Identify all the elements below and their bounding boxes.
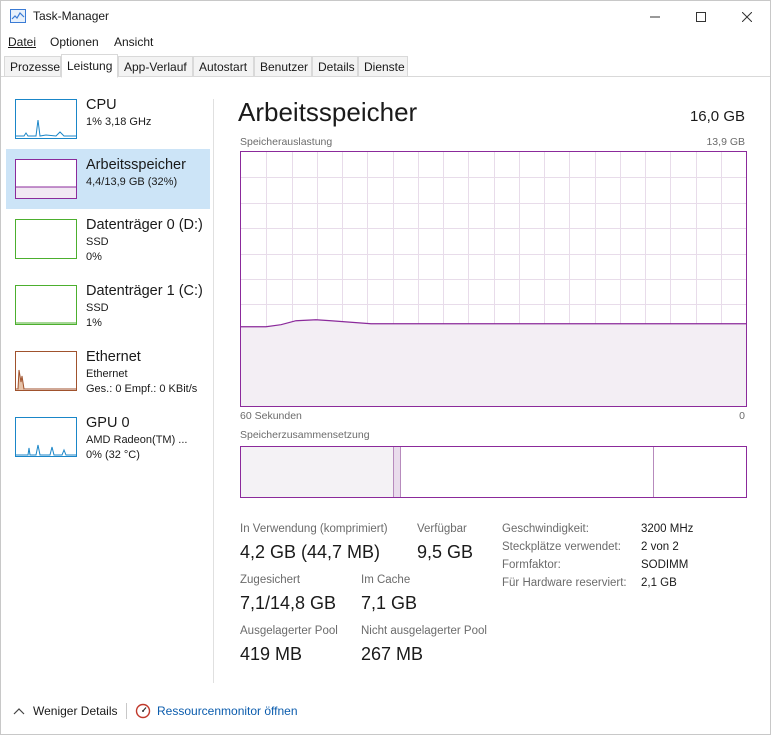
footer: Weniger Details Ressourcenmonitor öffnen xyxy=(1,691,770,731)
resource-monitor-label: Ressourcenmonitor öffnen xyxy=(157,704,298,718)
menu-datei[interactable]: Datei xyxy=(8,35,36,49)
tab-strip: Prozesse Leistung App-Verlauf Autostart … xyxy=(1,54,770,78)
resource-monitor-icon xyxy=(135,703,151,719)
tab-details[interactable]: Details xyxy=(312,56,358,77)
form-factor-value: SODIMM xyxy=(641,559,689,571)
disk-1-type: SSD xyxy=(86,302,109,314)
resource-disk-1[interactable]: Datenträger 1 (C:) SSD 1% xyxy=(6,275,210,335)
cpu-usage: 1% 3,18 GHz xyxy=(86,116,152,128)
memory-usage-area xyxy=(241,319,746,406)
disk-1-label: Datenträger 1 (C:) xyxy=(86,283,203,299)
time-axis-start: 60 Sekunden xyxy=(240,410,302,422)
usage-graph-label: Speicherauslastung xyxy=(240,136,333,148)
gpu-thumbnail-graph xyxy=(15,417,77,457)
ethernet-throughput: Ges.: 0 Empf.: 0 KBit/s xyxy=(86,383,198,395)
hardware-reserved-value: 2,1 GB xyxy=(641,577,677,589)
form-factor-label: Formfaktor: xyxy=(502,559,561,571)
resource-list: CPU 1% 3,18 GHz Arbeitsspeicher 4,4/13,9… xyxy=(1,78,213,688)
memory-thumbnail-graph xyxy=(15,159,77,199)
footer-separator xyxy=(126,703,127,719)
disk-0-thumbnail-graph xyxy=(15,219,77,259)
speed-label: Geschwindigkeit: xyxy=(502,523,589,535)
available-value: 9,5 GB xyxy=(417,542,474,562)
resource-disk-0[interactable]: Datenträger 0 (D:) SSD 0% xyxy=(6,209,210,269)
task-manager-window: Task-Manager Datei Optionen Ansicht Proz… xyxy=(0,0,771,735)
paged-pool-value: 419 MB xyxy=(240,644,303,664)
close-button[interactable] xyxy=(724,1,770,32)
in-use-value: 4,2 GB (44,7 MB) xyxy=(240,542,381,562)
tab-autostart[interactable]: Autostart xyxy=(193,56,254,77)
disk-1-usage: 1% xyxy=(86,317,102,329)
disk-0-label: Datenträger 0 (D:) xyxy=(86,217,203,233)
composition-modified xyxy=(394,447,401,497)
menu-ansicht[interactable]: Ansicht xyxy=(114,35,153,49)
usage-graph-max: 13,9 GB xyxy=(706,136,745,148)
resource-cpu[interactable]: CPU 1% 3,18 GHz xyxy=(6,89,210,149)
cpu-label: CPU xyxy=(86,97,117,113)
composition-standby-divider xyxy=(653,447,654,497)
ethernet-label: Ethernet xyxy=(86,349,141,365)
time-axis-end: 0 xyxy=(739,410,745,422)
committed-value: 7,1/14,8 GB xyxy=(240,593,337,613)
memory-usage-graph xyxy=(240,151,747,407)
gpu-usage: 0% (32 °C) xyxy=(86,449,140,461)
committed-label: Zugesichert xyxy=(240,574,301,586)
available-label: Verfügbar xyxy=(417,523,467,535)
chevron-up-icon xyxy=(13,708,25,715)
open-resource-monitor-link[interactable]: Ressourcenmonitor öffnen xyxy=(135,703,298,719)
memory-usage: 4,4/13,9 GB (32%) xyxy=(86,176,178,188)
window-title: Task-Manager xyxy=(33,9,110,23)
resource-ethernet[interactable]: Ethernet Ethernet Ges.: 0 Empf.: 0 KBit/… xyxy=(6,341,210,401)
cached-label: Im Cache xyxy=(361,574,411,586)
panel-divider xyxy=(213,99,214,683)
maximize-icon xyxy=(696,11,706,22)
detail-title: Arbeitsspeicher xyxy=(238,97,418,127)
menu-bar: Datei Optionen Ansicht xyxy=(1,32,770,52)
memory-composition-bar xyxy=(240,446,747,498)
disk-0-usage: 0% xyxy=(86,251,102,263)
cpu-thumbnail-graph xyxy=(15,99,77,139)
slots-label: Steckplätze verwendet: xyxy=(502,541,621,553)
minimize-button[interactable] xyxy=(632,1,678,32)
composition-label: Speicherzusammensetzung xyxy=(240,429,370,441)
tab-leistung[interactable]: Leistung xyxy=(61,54,118,78)
in-use-label: In Verwendung (komprimiert) xyxy=(240,523,388,535)
disk-1-thumbnail-graph xyxy=(15,285,77,325)
menu-optionen[interactable]: Optionen xyxy=(50,35,99,49)
gpu-label: GPU 0 xyxy=(86,415,130,431)
tab-benutzer[interactable]: Benutzer xyxy=(254,56,312,77)
nonpaged-pool-label: Nicht ausgelagerter Pool xyxy=(361,625,487,637)
minimize-icon xyxy=(650,16,660,17)
ethernet-thumbnail-graph xyxy=(15,351,77,391)
fewer-details-button[interactable]: Weniger Details xyxy=(13,704,117,718)
tab-prozesse[interactable]: Prozesse xyxy=(4,56,61,77)
disk-0-type: SSD xyxy=(86,236,109,248)
resource-gpu-0[interactable]: GPU 0 AMD Radeon(TM) ... 0% (32 °C) xyxy=(6,407,210,467)
tab-dienste[interactable]: Dienste xyxy=(358,56,408,77)
maximize-button[interactable] xyxy=(678,1,724,32)
tab-app-verlauf[interactable]: App-Verlauf xyxy=(118,56,193,77)
resource-memory[interactable]: Arbeitsspeicher 4,4/13,9 GB (32%) xyxy=(6,149,210,209)
cached-value: 7,1 GB xyxy=(361,593,418,613)
nonpaged-pool-value: 267 MB xyxy=(361,644,424,664)
memory-label: Arbeitsspeicher xyxy=(86,157,186,173)
ethernet-adapter: Ethernet xyxy=(86,368,128,380)
fewer-details-label: Weniger Details xyxy=(33,704,118,718)
total-memory: 16,0 GB xyxy=(689,108,745,125)
title-bar: Task-Manager xyxy=(1,1,770,32)
task-manager-app-icon xyxy=(10,9,26,23)
close-icon xyxy=(742,11,752,22)
speed-value: 3200 MHz xyxy=(641,523,694,535)
paged-pool-label: Ausgelagerter Pool xyxy=(240,625,338,637)
gpu-model: AMD Radeon(TM) ... xyxy=(86,434,188,446)
composition-in-use xyxy=(241,447,394,497)
slots-value: 2 von 2 xyxy=(641,541,679,553)
hardware-reserved-label: Für Hardware reserviert: xyxy=(502,577,627,589)
